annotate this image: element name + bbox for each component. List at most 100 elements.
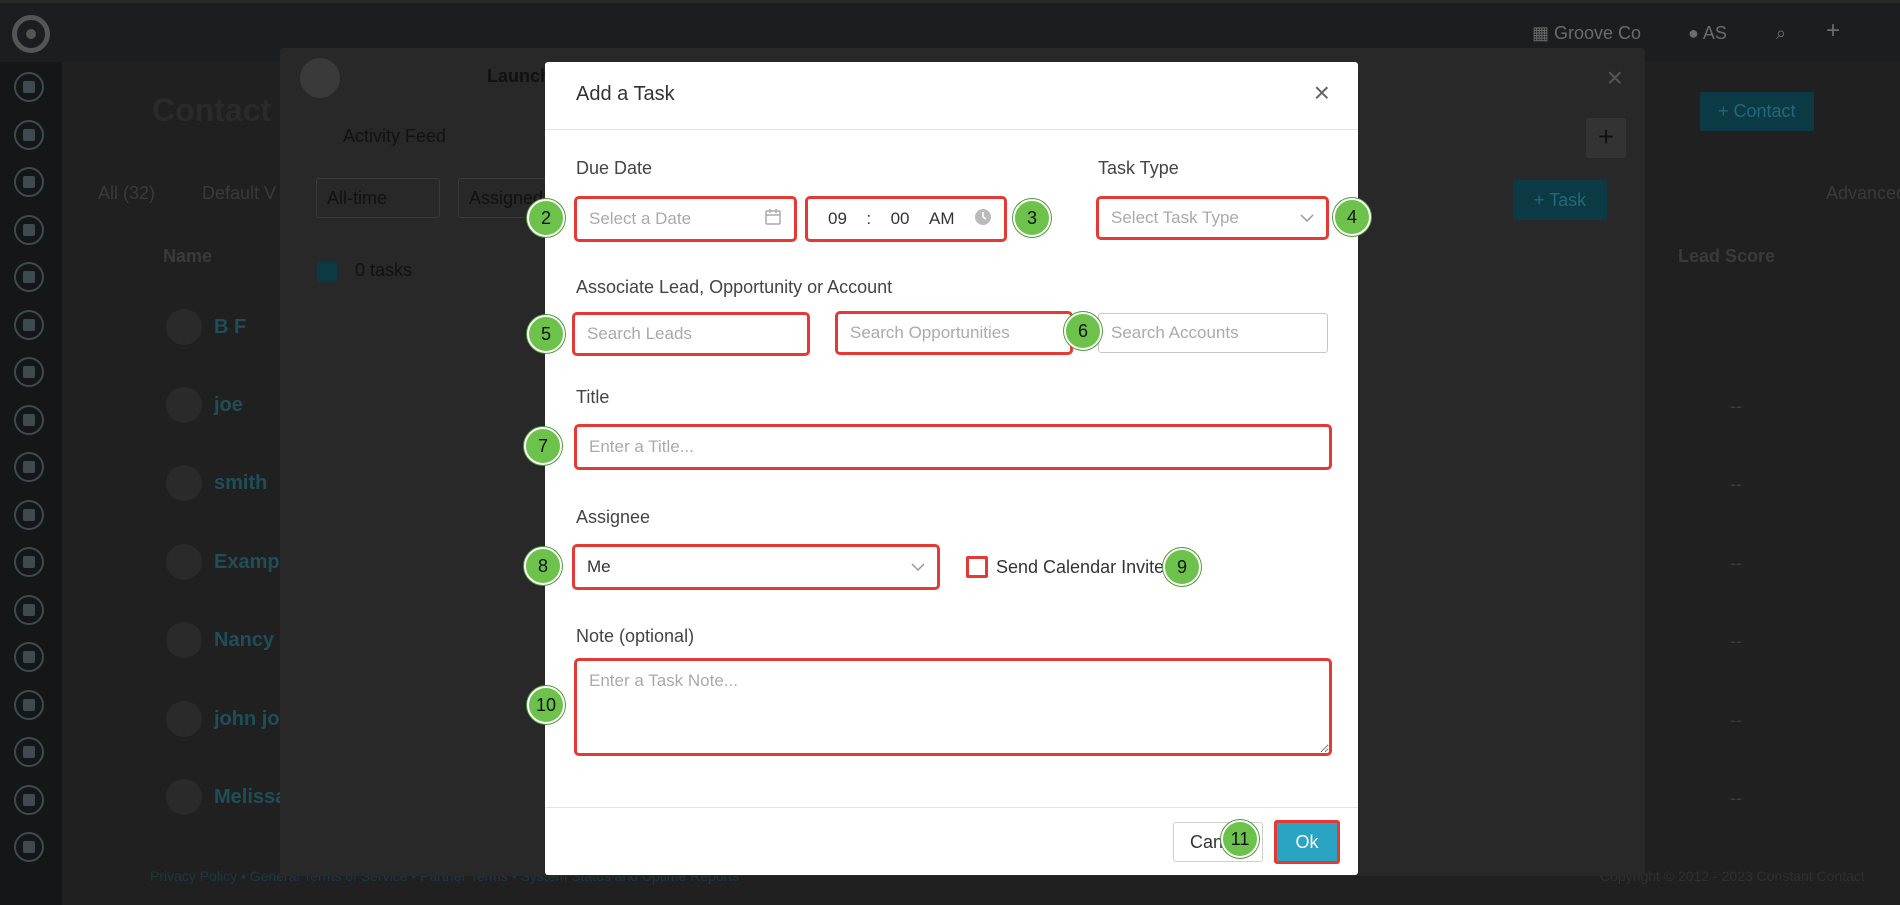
avatar	[166, 387, 202, 423]
table-row[interactable]: john jol	[214, 708, 285, 731]
company-name: Groove Co	[1554, 23, 1642, 43]
user-initials: AS	[1702, 23, 1727, 43]
ampm-value[interactable]: AM	[929, 209, 955, 229]
callout-badge: 10	[527, 686, 565, 724]
add-icon[interactable]: +	[1826, 17, 1840, 45]
time-filter-select[interactable]: All-time	[316, 178, 440, 218]
add-contact-button[interactable]: + Contact	[1700, 92, 1814, 131]
nav-campaign-icon[interactable]	[14, 357, 44, 387]
associate-label: Associate Lead, Opportunity or Account	[576, 277, 893, 297]
callout-badge: 5	[527, 315, 565, 353]
modal-header: Add a Task ×	[545, 62, 1358, 130]
chevron-down-icon	[911, 557, 925, 577]
callout-badge: 9	[1163, 548, 1201, 586]
nav-media-icon[interactable]	[14, 547, 44, 577]
due-date-picker[interactable]: Select a Date	[574, 196, 797, 242]
search-icon[interactable]: ⌕	[1776, 23, 1786, 44]
contact-avatar-icon	[300, 58, 340, 98]
task-type-label: Task Type	[1098, 158, 1179, 178]
send-calendar-invite-checkbox[interactable]	[966, 556, 988, 578]
title-input[interactable]	[574, 424, 1332, 470]
table-row[interactable]: B F	[214, 316, 246, 339]
chevron-down-icon	[1300, 208, 1314, 228]
clock-icon	[974, 208, 992, 231]
nav-list-icon[interactable]	[14, 310, 44, 340]
modal-title: Add a Task	[576, 83, 675, 105]
select-all-checkbox[interactable]	[317, 262, 337, 282]
app-logo[interactable]	[12, 15, 50, 53]
nav-support-icon[interactable]	[14, 737, 44, 767]
lead-score-value: --	[1730, 710, 1742, 730]
user-menu[interactable]: ● AS	[1688, 23, 1727, 44]
nav-global-icon[interactable]	[14, 642, 44, 672]
search-accounts-input[interactable]	[1098, 313, 1328, 353]
nav-analytics-icon[interactable]	[14, 832, 44, 862]
table-row[interactable]: joe	[214, 394, 243, 417]
table-row[interactable]: Melissa	[214, 786, 286, 809]
assignee-select[interactable]: Me	[572, 544, 940, 590]
nav-contacts-icon[interactable]	[14, 215, 44, 245]
due-date-label: Due Date	[576, 158, 653, 178]
nav-pipeline-icon[interactable]	[14, 262, 44, 292]
callout-badge: 11	[1221, 820, 1259, 858]
nav-tasks-icon[interactable]	[14, 167, 44, 197]
task-type-select[interactable]: Select Task Type	[1096, 196, 1329, 240]
ok-button[interactable]: Ok	[1274, 820, 1340, 864]
lead-score-value: --	[1730, 474, 1742, 494]
avatar	[166, 309, 202, 345]
due-date-placeholder: Select a Date	[589, 209, 692, 228]
add-task-modal: Add a Task × Due Date Select a Date 09 :…	[524, 62, 1371, 875]
company-switcher[interactable]: ▦ Groove Co	[1532, 23, 1641, 44]
time-separator: :	[866, 209, 872, 228]
lead-score-value: --	[1730, 631, 1742, 651]
lead-score-value: --	[1730, 396, 1742, 416]
nav-users-icon[interactable]	[14, 785, 44, 815]
nav-events-icon[interactable]	[14, 595, 44, 625]
nav-social-icon[interactable]	[14, 452, 44, 482]
nav-forms-icon[interactable]	[14, 405, 44, 435]
add-task-button[interactable]: + Task	[1513, 180, 1607, 220]
tab-activity-feed[interactable]: Activity Feed	[343, 126, 446, 147]
close-icon[interactable]: ×	[1607, 62, 1623, 94]
nav-calendar-icon[interactable]	[14, 500, 44, 530]
avatar	[166, 544, 202, 580]
lead-score-value: --	[1730, 788, 1742, 808]
filter-all[interactable]: All (32)	[98, 183, 155, 204]
note-label: Note (optional)	[576, 626, 695, 646]
nav-dashboard-icon[interactable]	[14, 72, 44, 102]
tasks-count: 0 tasks	[355, 260, 413, 280]
contact-name: Launch	[487, 66, 552, 86]
avatar	[166, 622, 202, 658]
table-row[interactable]: Exampl	[214, 551, 285, 574]
assignee-value: Me	[587, 557, 611, 576]
nav-home-icon[interactable]	[14, 120, 44, 150]
search-opportunities-input[interactable]	[835, 311, 1073, 355]
due-time-picker[interactable]: 09 : 00 AM	[805, 196, 1007, 242]
minute-value[interactable]: 00	[891, 209, 910, 229]
filter-default-view[interactable]: Default V	[202, 183, 276, 204]
callout-badge: 7	[524, 427, 562, 465]
note-textarea[interactable]	[574, 658, 1332, 756]
hour-value[interactable]: 09	[828, 209, 847, 229]
search-leads-input[interactable]	[572, 312, 810, 356]
close-icon[interactable]: ×	[1314, 79, 1330, 107]
avatar	[166, 701, 202, 737]
column-name[interactable]: Name	[163, 246, 212, 267]
callout-badge: 2	[527, 199, 565, 237]
table-row[interactable]: smith	[214, 472, 267, 495]
send-calendar-invite-label[interactable]: Send Calendar Invite	[996, 557, 1164, 578]
advanced-link[interactable]: Advanced	[1826, 183, 1900, 204]
callout-badge: 6	[1064, 312, 1102, 350]
add-icon[interactable]: +	[1586, 118, 1626, 158]
assignee-label: Assignee	[576, 507, 651, 527]
callout-badge: 4	[1333, 198, 1371, 236]
avatar	[166, 465, 202, 501]
left-sidebar	[0, 62, 62, 905]
task-type-placeholder: Select Task Type	[1111, 208, 1239, 227]
nav-reports-icon[interactable]	[14, 690, 44, 720]
column-lead-score[interactable]: Lead Score	[1678, 246, 1775, 267]
avatar	[166, 779, 202, 815]
title-label: Title	[576, 387, 610, 407]
calendar-icon[interactable]	[764, 208, 782, 231]
callout-badge: 3	[1013, 199, 1051, 237]
